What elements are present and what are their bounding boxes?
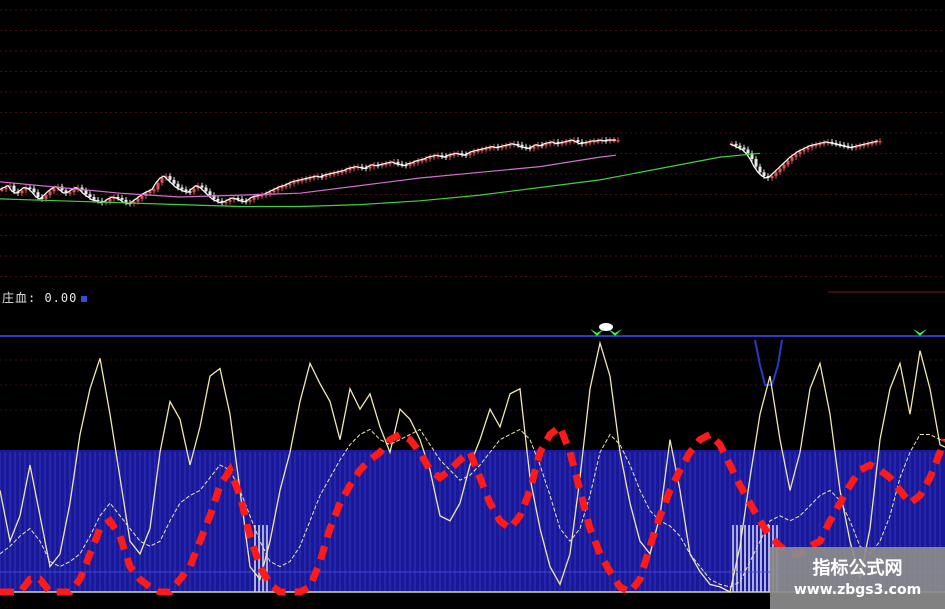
candle-segment2-body xyxy=(778,168,782,173)
candle-body xyxy=(576,140,580,142)
candle-body xyxy=(108,198,112,202)
candle-body xyxy=(424,159,428,161)
candle-body xyxy=(172,179,176,184)
candle-body xyxy=(136,198,140,202)
watermark: 指标公式网 www.zbgs3.com xyxy=(770,547,945,609)
candle-body xyxy=(368,166,372,169)
candle-body xyxy=(412,162,416,165)
candle-body xyxy=(52,188,56,192)
candle-segment2-body xyxy=(806,147,810,150)
candle-body xyxy=(276,188,280,191)
candle-body xyxy=(532,146,536,149)
indicator-swatch xyxy=(81,295,88,302)
candle-body xyxy=(36,192,40,197)
candle-body xyxy=(248,199,252,202)
candle-body xyxy=(192,188,196,193)
candle-body xyxy=(180,187,184,190)
candle-body xyxy=(4,187,8,190)
candle-segment2-body xyxy=(786,160,790,165)
candle-segment2-body xyxy=(794,154,798,158)
candle-segment2-body xyxy=(770,176,774,178)
candle-segment2-body xyxy=(878,140,882,143)
candle-segment2-body xyxy=(790,157,794,161)
candle-body xyxy=(284,185,288,188)
candle-body xyxy=(204,187,208,192)
chart-canvas xyxy=(0,0,945,609)
candle-body xyxy=(0,189,4,191)
candle-segment2-body xyxy=(738,145,742,148)
candle-body xyxy=(12,185,16,192)
candle-body xyxy=(344,170,348,172)
candle-segment2-body xyxy=(734,143,738,146)
top-signal-dot xyxy=(599,323,613,331)
candle-body xyxy=(616,140,620,142)
candle-body xyxy=(228,199,232,202)
candle-body xyxy=(148,191,152,194)
candle-body xyxy=(120,197,124,200)
candle-body xyxy=(152,189,156,192)
candle-body xyxy=(68,192,72,194)
candle-body xyxy=(200,185,204,188)
candle-segment2-body xyxy=(762,172,766,177)
candle-body xyxy=(216,198,220,201)
candle-body xyxy=(20,190,24,194)
candle-segment2-body xyxy=(782,164,786,169)
candle-body xyxy=(288,183,292,186)
candle-body xyxy=(140,196,144,199)
candle-segment2-body xyxy=(754,159,758,167)
indicator-label-text: 庄血: 0.00 xyxy=(2,291,78,305)
candle-segment2-body xyxy=(742,147,746,150)
candle-body xyxy=(208,191,212,196)
candle-body xyxy=(88,194,92,197)
candle-body xyxy=(168,176,172,180)
candle-body xyxy=(176,183,180,188)
candle-segment2-body xyxy=(758,166,762,173)
candle-body xyxy=(48,191,52,196)
candle-body xyxy=(92,197,96,200)
candle-body xyxy=(32,188,36,193)
candle-body xyxy=(272,190,276,193)
candle-segment2-body xyxy=(746,149,750,154)
candle-segment2-body xyxy=(802,149,806,152)
watermark-url: www.zbgs3.com xyxy=(793,582,922,598)
candle-body xyxy=(72,189,76,193)
candle-segment2-body xyxy=(774,172,778,177)
candle-body xyxy=(84,190,88,195)
candle-segment2-body xyxy=(798,151,802,155)
indicator-label: 庄血: 0.00 xyxy=(2,289,88,306)
watermark-title: 指标公式网 xyxy=(812,558,903,579)
candle-body xyxy=(44,195,48,199)
candle-body xyxy=(224,201,228,204)
candle-body xyxy=(468,153,472,156)
candle-body xyxy=(252,197,256,200)
candle-body xyxy=(156,182,160,190)
candle-body xyxy=(160,178,164,183)
